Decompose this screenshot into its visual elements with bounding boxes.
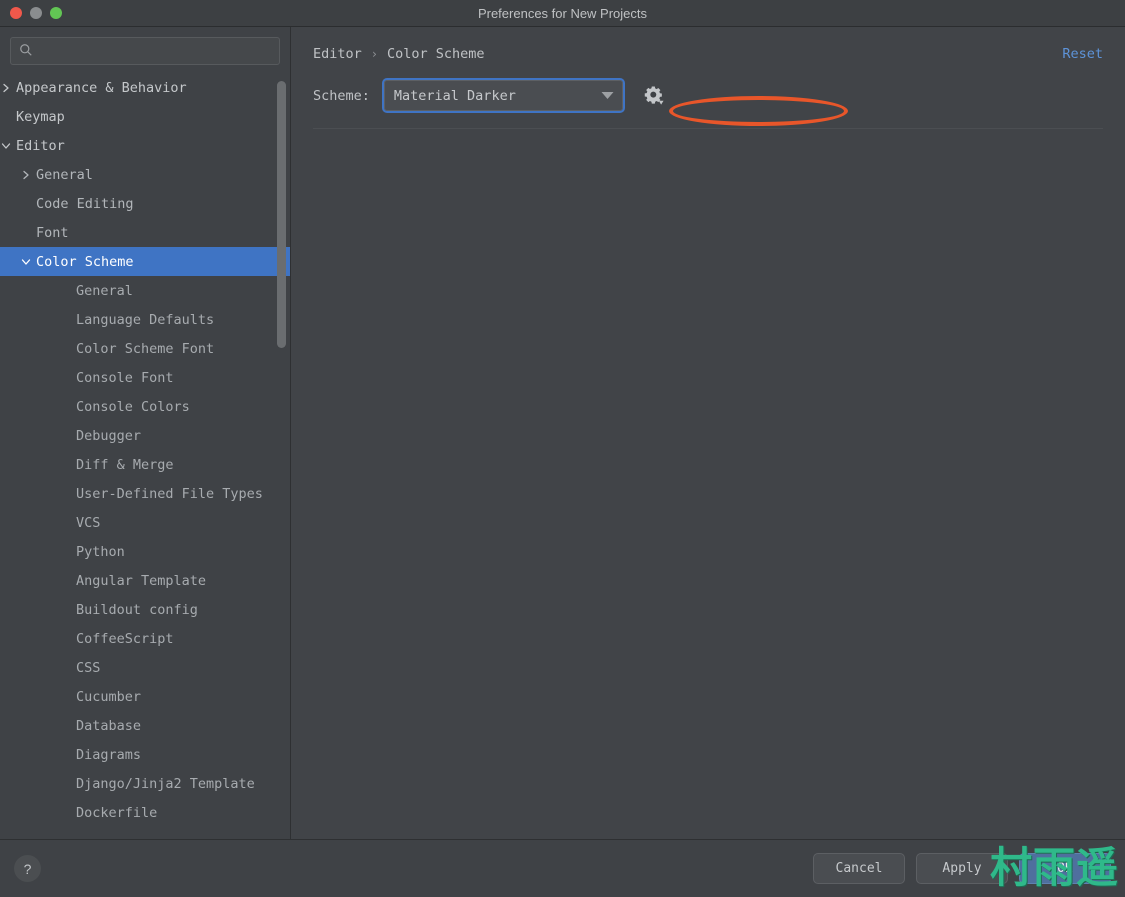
sidebar-item-label: VCS	[76, 515, 100, 531]
sidebar-item-keymap[interactable]: Keymap	[0, 102, 290, 131]
sidebar-item-color-scheme[interactable]: Color Scheme	[0, 247, 290, 276]
title-bar: Preferences for New Projects	[0, 0, 1125, 27]
dialog-footer: ? Cancel Apply OK 村雨遥	[0, 839, 1125, 897]
sidebar-item-general[interactable]: General	[0, 276, 290, 305]
sidebar-item-coffeescript[interactable]: CoffeeScript	[0, 624, 290, 653]
settings-main-panel: Editor › Color Scheme Reset Scheme: Mate…	[291, 27, 1125, 839]
minimize-button[interactable]	[30, 7, 42, 19]
dialog-body: Appearance & Behavior Keymap Editor General…	[0, 27, 1125, 839]
sidebar-item-label: Keymap	[16, 109, 65, 125]
sidebar-item-debugger[interactable]: Debugger	[0, 421, 290, 450]
apply-button[interactable]: Apply	[916, 853, 1008, 884]
sidebar-item-django-jinja2-template[interactable]: Django/Jinja2 Template	[0, 769, 290, 798]
window-title: Preferences for New Projects	[0, 0, 1125, 26]
chevron-down-icon[interactable]	[594, 91, 622, 100]
sidebar-item-label: Console Colors	[76, 399, 190, 415]
sidebar-item-label: Color Scheme Font	[76, 341, 214, 357]
sidebar-item-label: Django/Jinja2 Template	[76, 776, 255, 792]
maximize-button[interactable]	[50, 7, 62, 19]
section-divider	[313, 128, 1103, 129]
sidebar-item-label: Diagrams	[76, 747, 141, 763]
sidebar-item-label: Language Defaults	[76, 312, 214, 328]
search-area	[0, 27, 290, 73]
scheme-label: Scheme:	[313, 88, 370, 104]
preferences-dialog: Preferences for New Projects Appearance …	[0, 0, 1125, 897]
sidebar-item-angular-template[interactable]: Angular Template	[0, 566, 290, 595]
scheme-selected-value: Material Darker	[385, 88, 594, 104]
sidebar-item-dockerfile[interactable]: Dockerfile	[0, 798, 290, 827]
ok-button[interactable]: OK	[1019, 853, 1111, 884]
sidebar-item-label: General	[36, 167, 93, 183]
sidebar-item-code-editing[interactable]: Code Editing	[0, 189, 290, 218]
sidebar-item-label: Color Scheme	[36, 254, 134, 270]
reset-link[interactable]: Reset	[1062, 46, 1103, 62]
settings-sidebar: Appearance & Behavior Keymap Editor General…	[0, 27, 291, 839]
sidebar-item-diagrams[interactable]: Diagrams	[0, 740, 290, 769]
sidebar-item-css[interactable]: CSS	[0, 653, 290, 682]
sidebar-item-label: Font	[36, 225, 69, 241]
sidebar-item-language-defaults[interactable]: Language Defaults	[0, 305, 290, 334]
sidebar-item-appearance-behavior[interactable]: Appearance & Behavior	[0, 73, 290, 102]
dialog-actions: Cancel Apply OK	[813, 853, 1111, 884]
sidebar-item-label: Angular Template	[76, 573, 206, 589]
scheme-combobox[interactable]: Material Darker	[384, 80, 623, 111]
sidebar-item-console-colors[interactable]: Console Colors	[0, 392, 290, 421]
sidebar-item-font[interactable]: Font	[0, 218, 290, 247]
window-controls	[0, 7, 62, 19]
sidebar-item-label: Diff & Merge	[76, 457, 174, 473]
breadcrumb-current: Color Scheme	[387, 46, 485, 62]
sidebar-item-label: Console Font	[76, 370, 174, 386]
sidebar-item-buildout-config[interactable]: Buildout config	[0, 595, 290, 624]
close-button[interactable]	[10, 7, 22, 19]
sidebar-item-label: Debugger	[76, 428, 141, 444]
sidebar-item-label: Python	[76, 544, 125, 560]
sidebar-item-diff-merge[interactable]: Diff & Merge	[0, 450, 290, 479]
sidebar-item-label: Dockerfile	[76, 805, 157, 821]
sidebar-item-label: Buildout config	[76, 602, 198, 618]
breadcrumb-parent[interactable]: Editor	[313, 46, 362, 62]
sidebar-item-label: Appearance & Behavior	[16, 80, 187, 96]
search-icon	[19, 42, 33, 61]
sidebar-item-label: Cucumber	[76, 689, 141, 705]
sidebar-item-user-defined-file-types[interactable]: User-Defined File Types	[0, 479, 290, 508]
sidebar-item-label: Database	[76, 718, 141, 734]
sidebar-item-console-font[interactable]: Console Font	[0, 363, 290, 392]
chevron-down-icon[interactable]	[0, 141, 16, 151]
sidebar-item-database[interactable]: Database	[0, 711, 290, 740]
breadcrumb-separator-icon: ›	[371, 47, 378, 61]
sidebar-item-python[interactable]: Python	[0, 537, 290, 566]
sidebar-item-label: CoffeeScript	[76, 631, 174, 647]
chevron-right-icon[interactable]	[0, 83, 16, 93]
sidebar-item-vcs[interactable]: VCS	[0, 508, 290, 537]
sidebar-item-label: CSS	[76, 660, 100, 676]
settings-tree[interactable]: Appearance & Behavior Keymap Editor General…	[0, 73, 290, 839]
sidebar-item-cucumber[interactable]: Cucumber	[0, 682, 290, 711]
search-input[interactable]	[33, 44, 271, 58]
sidebar-item-label: Editor	[16, 138, 65, 154]
sidebar-item-general[interactable]: General	[0, 160, 290, 189]
help-button[interactable]: ?	[14, 855, 41, 882]
chevron-down-icon[interactable]	[16, 257, 36, 267]
chevron-right-icon[interactable]	[16, 170, 36, 180]
sidebar-item-label: Code Editing	[36, 196, 134, 212]
sidebar-item-label: User-Defined File Types	[76, 486, 263, 502]
cancel-button[interactable]: Cancel	[813, 853, 905, 884]
breadcrumb: Editor › Color Scheme Reset	[291, 27, 1125, 67]
search-box[interactable]	[10, 37, 280, 65]
scheme-settings-button[interactable]	[641, 83, 667, 109]
sidebar-item-label: General	[76, 283, 133, 299]
sidebar-item-editor[interactable]: Editor	[0, 131, 290, 160]
sidebar-item-color-scheme-font[interactable]: Color Scheme Font	[0, 334, 290, 363]
scheme-row: Scheme: Material Darker	[291, 67, 1125, 111]
gear-icon	[643, 85, 664, 106]
